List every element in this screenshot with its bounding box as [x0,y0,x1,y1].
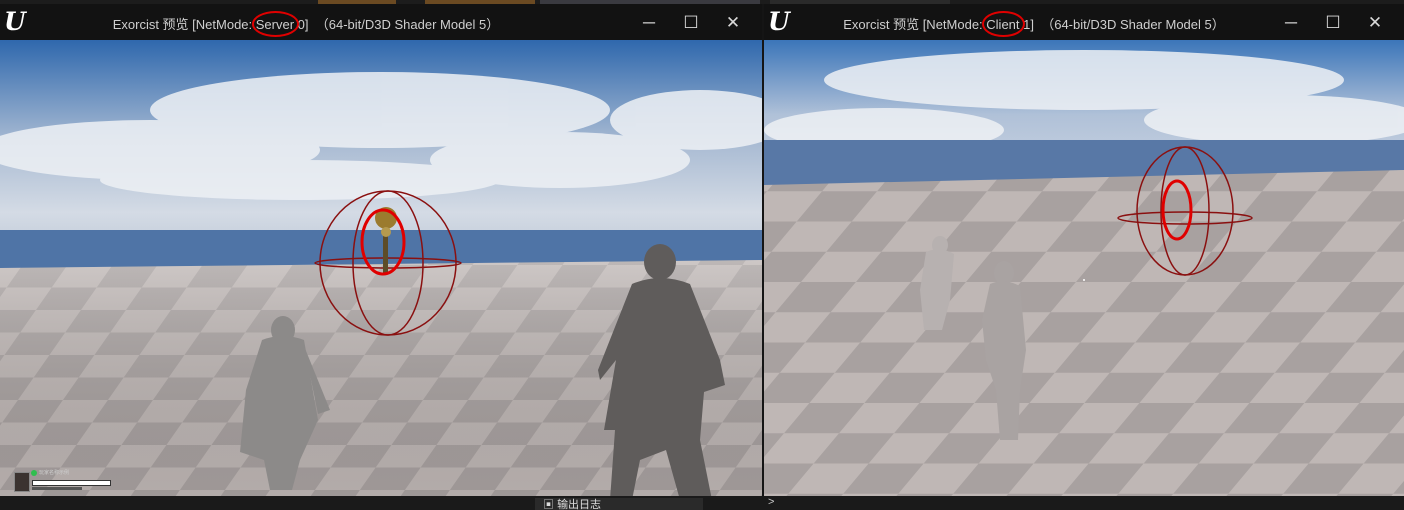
minimize-button[interactable]: ─ [628,12,670,34]
title-prefix: Exorcist 预览 [NetMode: [112,17,256,32]
maximize-button[interactable]: ☐ [1312,12,1354,34]
player-hud: 玩家名称示例 [14,470,124,494]
title-suffix: 0] （64-bit/D3D Shader Model 5） [294,17,500,32]
window-controls: ─ ☐ ✕ [628,12,754,34]
client-preview-window[interactable]: U Exorcist 预览 [NetMode: Client 1] （64-bi… [764,4,1404,500]
server-titlebar[interactable]: U Exorcist 预览 [NetMode: Server 0] （64-bi… [0,4,762,40]
output-log-tab[interactable]: ▣ 输出日志 [535,498,703,510]
title-suffix: 1] （64-bit/D3D Shader Model 5） [1019,17,1225,32]
netmode-client-highlight: Client [982,11,1025,37]
health-bar [32,480,111,486]
client-titlebar[interactable]: U Exorcist 预览 [NetMode: Client 1] （64-bi… [764,4,1404,40]
console-prompt[interactable]: > [768,496,774,508]
server-preview-window[interactable]: U Exorcist 预览 [NetMode: Server 0] （64-bi… [0,4,762,498]
server-game-viewport[interactable]: 玩家名称示例 [0,40,762,498]
client-game-viewport[interactable] [764,40,1404,500]
client-scene [764,40,1404,500]
minimize-button[interactable]: ─ [1270,12,1312,34]
server-scene [0,40,762,498]
close-button[interactable]: ✕ [712,12,754,34]
window-controls: ─ ☐ ✕ [1270,12,1396,34]
netmode-label: Server [255,17,295,32]
online-status-icon [31,470,37,476]
title-prefix: Exorcist 预览 [NetMode: [843,17,987,32]
output-log-label: 输出日志 [557,499,602,510]
maximize-button[interactable]: ☐ [670,12,712,34]
netmode-server-highlight: Server [251,11,300,37]
close-button[interactable]: ✕ [1354,12,1396,34]
floor [764,170,1404,500]
player-name: 玩家名称示例 [39,470,70,476]
netmode-label: Client [986,17,1020,32]
energy-bar [32,487,82,490]
avatar [14,472,30,492]
